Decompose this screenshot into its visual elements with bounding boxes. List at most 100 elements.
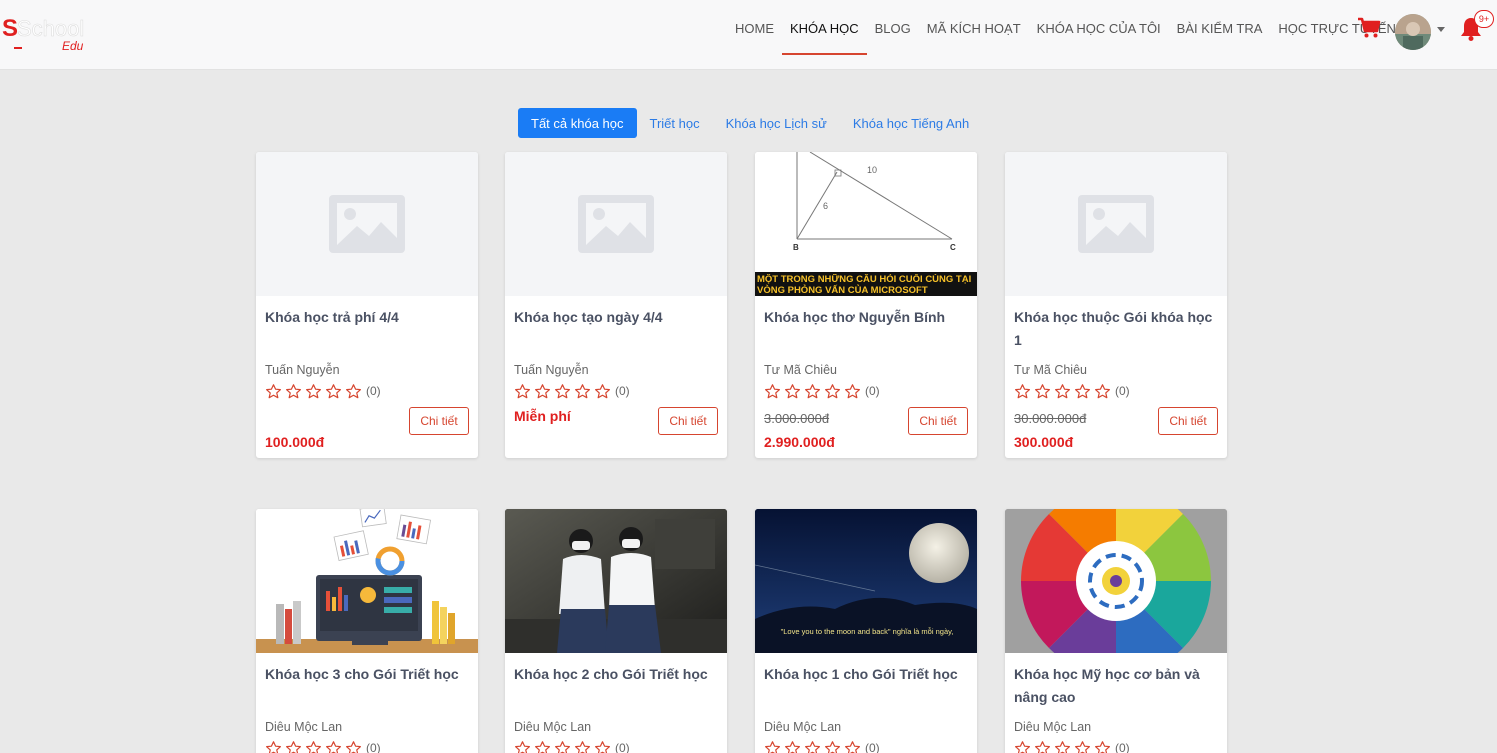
course-author: Diêu Mộc Lan — [1014, 720, 1092, 734]
nav-tests[interactable]: BÀI KIỂM TRA — [1169, 0, 1271, 56]
svg-text:10: 10 — [867, 165, 877, 175]
course-image-placeholder — [505, 152, 727, 296]
nav-my-courses[interactable]: KHÓA HỌC CỦA TÔI — [1029, 0, 1169, 56]
star-outline-icon — [266, 740, 281, 753]
star-outline-icon — [845, 740, 860, 753]
star-outline-icon — [1075, 740, 1090, 753]
course-image — [1005, 509, 1227, 653]
course-title[interactable]: Khóa học trả phí 4/4 — [265, 306, 469, 352]
star-outline-icon — [1075, 383, 1090, 398]
course-category-tabs: Tất cả khóa học Triết học Khóa học Lịch … — [518, 108, 982, 138]
price-area: 3.000.000đ Chi tiết 2.990.000đ — [764, 404, 968, 458]
notification-badge: 9+ — [1474, 10, 1494, 28]
main-nav: HOME KHÓA HỌC BLOG MÃ KÍCH HOẠT KHÓA HỌC… — [727, 0, 1404, 70]
rating-count: (0) — [1115, 384, 1130, 398]
star-outline-icon — [326, 383, 341, 398]
course-price: 300.000đ — [1014, 434, 1074, 450]
star-outline-icon — [515, 740, 530, 753]
original-price: 3.000.000đ — [764, 411, 830, 426]
rating-stars: (0) — [514, 739, 718, 753]
course-card[interactable]: Khóa học thuộc Gói khóa học 1 Tư Mã Chiê… — [1005, 152, 1227, 458]
svg-text:B: B — [793, 243, 799, 252]
star-outline-icon — [595, 383, 610, 398]
star-outline-icon — [1095, 383, 1110, 398]
user-avatar[interactable] — [1395, 14, 1431, 50]
course-author: Tuấn Nguyễn — [265, 363, 340, 377]
nav-blog[interactable]: BLOG — [867, 0, 919, 56]
rating-count: (0) — [366, 741, 381, 753]
course-card[interactable]: Khóa học 3 cho Gói Triết học Diêu Mộc La… — [256, 509, 478, 753]
course-author: Diêu Mộc Lan — [265, 720, 343, 734]
rating-count: (0) — [865, 384, 880, 398]
course-author: Tuấn Nguyễn — [514, 363, 589, 377]
star-outline-icon — [306, 740, 321, 753]
star-outline-icon — [555, 740, 570, 753]
course-title[interactable]: Khóa học thuộc Gói khóa học 1 — [1014, 306, 1218, 352]
shopping-cart-icon[interactable] — [1357, 17, 1381, 39]
star-outline-icon — [346, 383, 361, 398]
star-outline-icon — [266, 383, 281, 398]
star-outline-icon — [1035, 383, 1050, 398]
star-outline-icon — [286, 740, 301, 753]
course-card[interactable]: Khóa học Mỹ học cơ bản và nâng cao Diêu … — [1005, 509, 1227, 753]
svg-text:Edu: Edu — [62, 39, 84, 53]
svg-text:S: S — [2, 15, 18, 42]
site-logo[interactable]: S School Edu — [2, 12, 97, 56]
price-area: 30.000.000đ Chi tiết 300.000đ — [1014, 404, 1218, 458]
course-title[interactable]: Khóa học Mỹ học cơ bản và nâng cao — [1014, 663, 1218, 709]
rating-count: (0) — [615, 384, 630, 398]
course-title[interactable]: Khóa học tạo ngày 4/4 — [514, 306, 718, 352]
star-outline-icon — [1055, 383, 1070, 398]
rating-count: (0) — [615, 741, 630, 753]
tab-all-courses[interactable]: Tất cả khóa học — [518, 108, 637, 138]
course-image: "Love you to the moon and back" nghĩa là… — [755, 509, 977, 653]
course-title[interactable]: Khóa học 3 cho Gói Triết học — [265, 663, 469, 709]
detail-button[interactable]: Chi tiết — [908, 407, 968, 435]
star-outline-icon — [805, 383, 820, 398]
star-outline-icon — [825, 740, 840, 753]
course-image: 10 6 B C MỘT TRONG NHỮNG CÂU HỎI CUỐI CÙ… — [755, 152, 977, 296]
detail-button[interactable]: Chi tiết — [409, 407, 469, 435]
course-card[interactable]: Khóa học trả phí 4/4 Tuấn Nguyễn (0) Chi… — [256, 152, 478, 458]
star-outline-icon — [1055, 740, 1070, 753]
rating-count: (0) — [366, 384, 381, 398]
chevron-down-icon[interactable] — [1437, 27, 1445, 32]
star-outline-icon — [575, 383, 590, 398]
star-outline-icon — [555, 383, 570, 398]
rating-stars: (0) — [265, 739, 469, 753]
star-outline-icon — [785, 383, 800, 398]
detail-button[interactable]: Chi tiết — [1158, 407, 1218, 435]
course-price: 100.000đ — [265, 434, 325, 450]
image-caption: "Love you to the moon and back" nghĩa là… — [780, 627, 954, 636]
nav-courses[interactable]: KHÓA HỌC — [782, 0, 867, 56]
nav-online-learning[interactable]: HỌC TRỰC TUYẾN — [1270, 0, 1404, 56]
tab-english[interactable]: Khóa học Tiếng Anh — [840, 108, 982, 138]
star-outline-icon — [1015, 740, 1030, 753]
course-title[interactable]: Khóa học 1 cho Gói Triết học — [764, 663, 968, 709]
star-outline-icon — [286, 383, 301, 398]
nav-activation-code[interactable]: MÃ KÍCH HOẠT — [919, 0, 1029, 56]
tab-philosophy[interactable]: Triết học — [637, 108, 713, 138]
course-title[interactable]: Khóa học thơ Nguyễn Bính — [764, 306, 968, 352]
tab-history[interactable]: Khóa học Lịch sử — [713, 108, 840, 138]
course-card[interactable]: Khóa học tạo ngày 4/4 Tuấn Nguyễn (0) Mi… — [505, 152, 727, 458]
course-title[interactable]: Khóa học 2 cho Gói Triết học — [514, 663, 718, 709]
course-author: Diêu Mộc Lan — [764, 720, 842, 734]
course-card[interactable]: Khóa học 2 cho Gói Triết học Diêu Mộc La… — [505, 509, 727, 753]
nav-home[interactable]: HOME — [727, 0, 782, 56]
course-card[interactable]: "Love you to the moon and back" nghĩa là… — [755, 509, 977, 753]
star-outline-icon — [825, 383, 840, 398]
top-navbar: S School Edu HOME KHÓA HỌC BLOG MÃ KÍCH … — [0, 0, 1497, 70]
course-price: 2.990.000đ — [764, 434, 835, 450]
star-outline-icon — [785, 740, 800, 753]
detail-button[interactable]: Chi tiết — [658, 407, 718, 435]
price-area: Miễn phí Chi tiết — [514, 404, 718, 458]
course-author: Tư Mã Chiêu — [1014, 363, 1087, 377]
svg-text:C: C — [950, 243, 956, 252]
original-price: 30.000.000đ — [1014, 411, 1087, 426]
price-area: Chi tiết 100.000đ — [265, 404, 469, 458]
rating-stars: (0) — [1014, 382, 1218, 400]
image-caption: MỘT TRONG NHỮNG CÂU HỎI CUỐI CÙNG TẠI VÒ… — [757, 274, 972, 295]
course-card[interactable]: 10 6 B C MỘT TRONG NHỮNG CÂU HỎI CUỐI CÙ… — [755, 152, 977, 458]
star-outline-icon — [575, 740, 590, 753]
